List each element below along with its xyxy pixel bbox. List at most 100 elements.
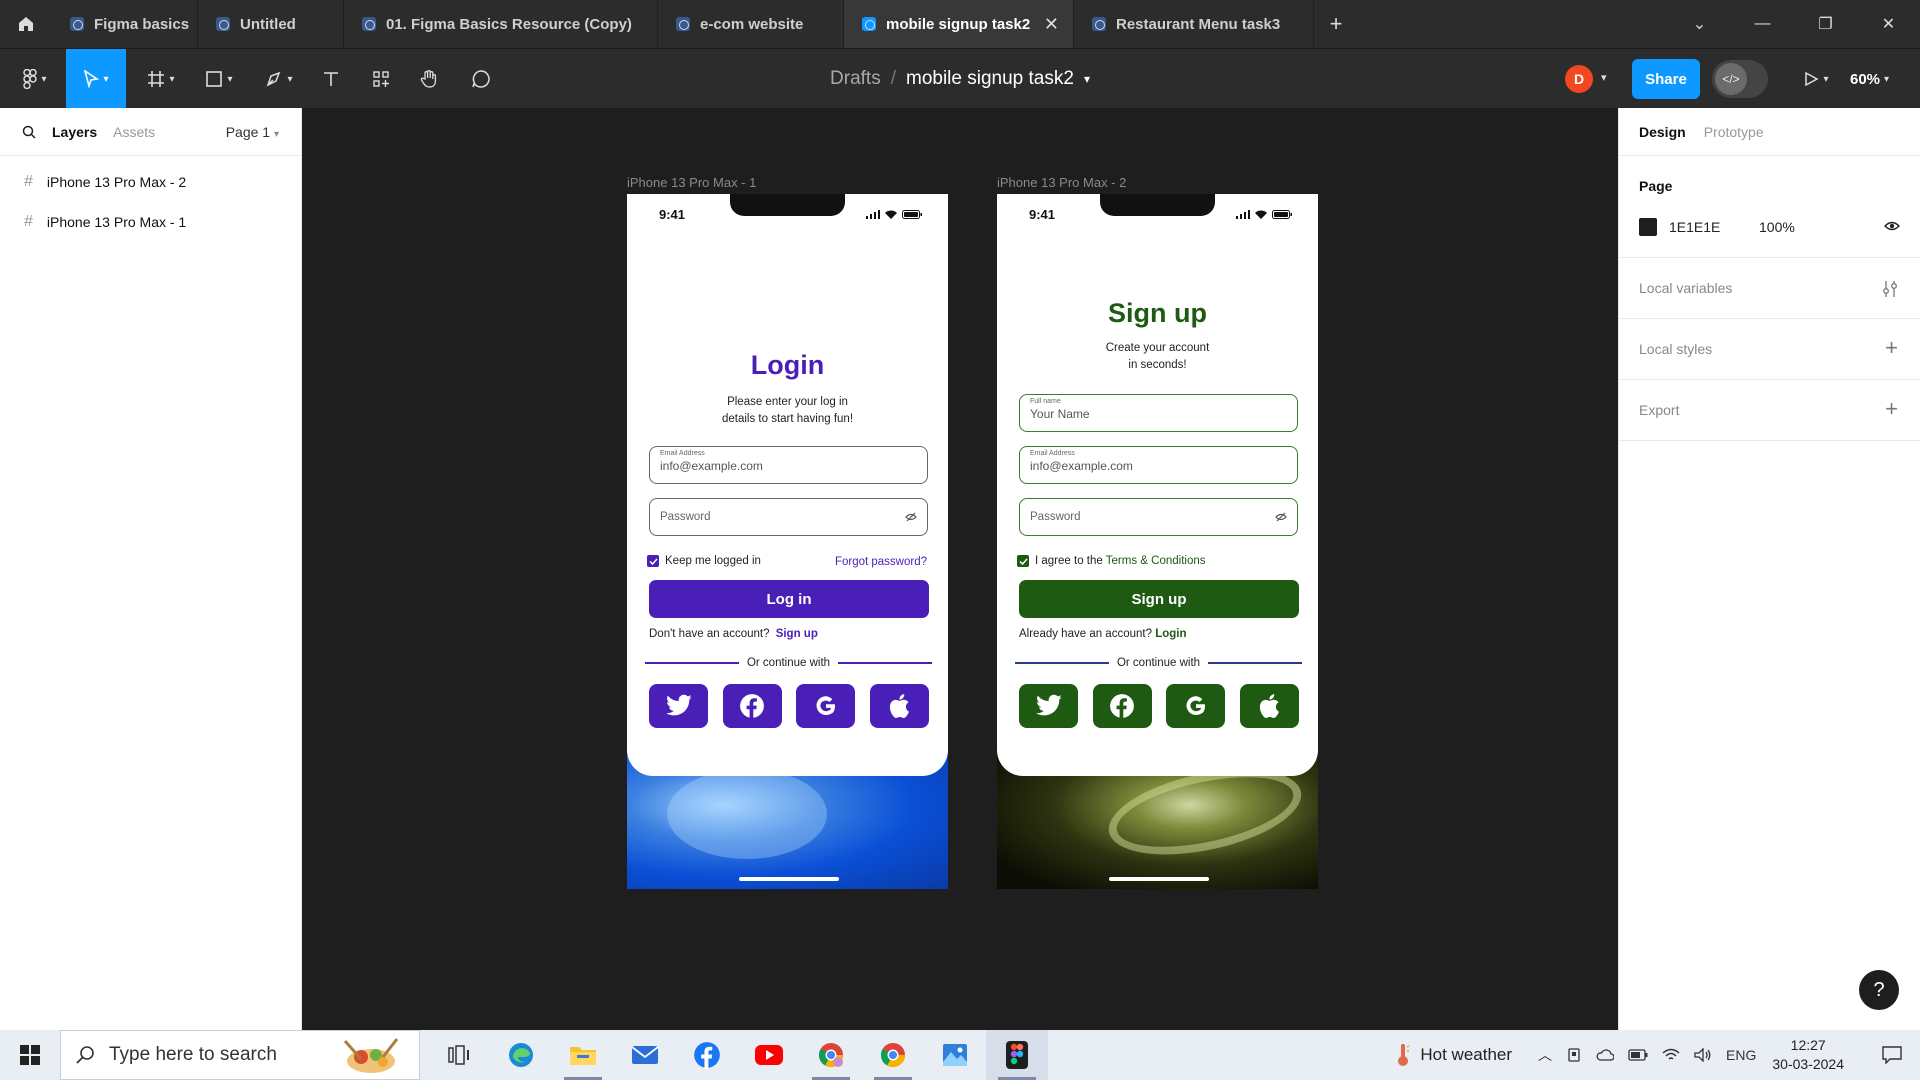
tab-layers[interactable]: Layers xyxy=(52,124,97,140)
weather-widget[interactable]: Hot weather xyxy=(1396,1043,1512,1067)
share-button[interactable]: Share xyxy=(1632,59,1700,99)
search-icon[interactable] xyxy=(22,125,36,139)
checkbox-checked-icon[interactable] xyxy=(647,555,659,567)
login-link[interactable]: Login xyxy=(1155,628,1186,640)
signup-button[interactable]: Sign up xyxy=(1019,580,1299,618)
tab-mobile-signup-task2[interactable]: mobile signup task2 ✕ xyxy=(844,0,1074,48)
chevron-up-icon[interactable]: ︿ xyxy=(1538,1045,1552,1065)
page-opacity[interactable]: 100% xyxy=(1759,219,1795,235)
apple-button[interactable] xyxy=(869,684,929,728)
terms-link[interactable]: Terms & Conditions xyxy=(1106,555,1206,567)
frame-label[interactable]: iPhone 13 Pro Max - 1 xyxy=(627,175,756,190)
page-color-swatch[interactable] xyxy=(1639,218,1657,236)
plus-icon[interactable]: + xyxy=(1885,396,1898,422)
chrome-app-1[interactable] xyxy=(800,1030,862,1080)
file-name[interactable]: mobile signup task2 xyxy=(906,68,1074,90)
frame-tool[interactable]: ▾ xyxy=(140,49,182,109)
local-variables-section[interactable]: Local variables xyxy=(1619,258,1920,319)
main-menu-button[interactable]: ▾ xyxy=(14,49,56,109)
page-color-hex[interactable]: 1E1E1E xyxy=(1669,219,1720,235)
eye-icon[interactable] xyxy=(1884,220,1900,232)
new-tab-button[interactable]: + xyxy=(1314,0,1358,48)
canvas[interactable]: iPhone 13 Pro Max - 1 9:41 Login Please … xyxy=(302,108,1618,1030)
tab-untitled[interactable]: Untitled xyxy=(198,0,344,48)
hand-tool[interactable] xyxy=(414,49,444,109)
full-name-field[interactable]: Full name Your Name xyxy=(1019,394,1298,432)
volume-icon[interactable] xyxy=(1694,1048,1712,1062)
phone-frame-signup[interactable]: 9:41 Sign up Create your account in seco… xyxy=(997,194,1318,889)
tab-design[interactable]: Design xyxy=(1639,124,1686,140)
page-selector[interactable]: Page 1 ▾ xyxy=(226,124,279,140)
chevron-down-icon[interactable]: ▾ xyxy=(1084,72,1090,86)
notification-center-button[interactable] xyxy=(1872,1046,1912,1064)
onedrive-cloud-icon[interactable] xyxy=(1596,1049,1615,1061)
resources-tool[interactable] xyxy=(366,49,396,109)
chevron-down-icon[interactable]: ⌄ xyxy=(1668,0,1731,48)
facebook-app[interactable] xyxy=(676,1030,738,1080)
phone-frame-login[interactable]: 9:41 Login Please enter your log in deta… xyxy=(627,194,948,889)
email-field[interactable]: Email Address info@example.com xyxy=(649,446,928,484)
tab-restaurant-menu-task3[interactable]: Restaurant Menu task3 xyxy=(1074,0,1314,48)
frame-label[interactable]: iPhone 13 Pro Max - 2 xyxy=(997,175,1126,190)
chevron-down-icon[interactable]: ▾ xyxy=(1601,71,1607,84)
plus-icon[interactable]: + xyxy=(1885,335,1898,361)
file-explorer-app[interactable] xyxy=(552,1030,614,1080)
present-button[interactable]: ▾ xyxy=(1796,49,1836,109)
taskbar-search-box[interactable]: Type here to search xyxy=(60,1030,420,1080)
forgot-password-link[interactable]: Forgot password? xyxy=(835,556,927,568)
tab-prototype[interactable]: Prototype xyxy=(1704,124,1764,140)
apple-button[interactable] xyxy=(1239,684,1299,728)
device-icon[interactable] xyxy=(1566,1047,1582,1063)
youtube-app[interactable] xyxy=(738,1030,800,1080)
facebook-button[interactable] xyxy=(1092,684,1152,728)
comment-tool[interactable] xyxy=(466,49,496,109)
twitter-button[interactable] xyxy=(1019,684,1078,728)
signup-link[interactable]: Sign up xyxy=(776,628,818,640)
restore-icon[interactable]: ❐ xyxy=(1794,0,1857,48)
avatar[interactable]: D xyxy=(1565,65,1593,93)
home-button[interactable] xyxy=(0,0,52,48)
minimize-icon[interactable]: — xyxy=(1731,0,1794,48)
export-section[interactable]: Export + xyxy=(1619,380,1920,441)
password-field[interactable]: Password xyxy=(1019,498,1298,536)
password-field[interactable]: Password xyxy=(649,498,928,536)
checkbox-checked-icon[interactable] xyxy=(1017,555,1029,567)
figma-app[interactable] xyxy=(986,1030,1048,1080)
email-field[interactable]: Email Address info@example.com xyxy=(1019,446,1298,484)
breadcrumb-drafts[interactable]: Drafts xyxy=(830,68,881,90)
help-button[interactable]: ? xyxy=(1859,970,1899,1010)
local-styles-section[interactable]: Local styles + xyxy=(1619,319,1920,380)
chrome-app-2[interactable] xyxy=(862,1030,924,1080)
task-view-button[interactable] xyxy=(428,1030,490,1080)
google-button[interactable] xyxy=(1166,684,1226,728)
layer-item[interactable]: # iPhone 13 Pro Max - 2 xyxy=(0,162,301,202)
keep-logged-in[interactable]: Keep me logged in xyxy=(647,555,761,567)
facebook-button[interactable] xyxy=(722,684,782,728)
close-window-icon[interactable]: ✕ xyxy=(1857,0,1920,48)
move-tool[interactable]: ▾ xyxy=(66,49,126,109)
clock[interactable]: 12:27 30-03-2024 xyxy=(1772,1036,1844,1074)
language-indicator[interactable]: ENG xyxy=(1726,1047,1756,1063)
google-button[interactable] xyxy=(796,684,856,728)
tab-ecom-website[interactable]: e-com website xyxy=(658,0,844,48)
wifi-icon[interactable] xyxy=(1662,1048,1680,1062)
tab-figma-basics-resource[interactable]: 01. Figma Basics Resource (Copy) xyxy=(344,0,658,48)
battery-icon[interactable] xyxy=(1628,1049,1648,1061)
twitter-button[interactable] xyxy=(649,684,708,728)
terms-agreement[interactable]: I agree to the Terms & Conditions xyxy=(1017,555,1206,567)
photos-app[interactable] xyxy=(924,1030,986,1080)
eye-off-icon[interactable] xyxy=(1275,512,1287,522)
sliders-icon[interactable] xyxy=(1882,280,1898,298)
eye-off-icon[interactable] xyxy=(905,512,917,522)
start-button[interactable] xyxy=(0,1030,60,1080)
login-button[interactable]: Log in xyxy=(649,580,929,618)
tab-assets[interactable]: Assets xyxy=(113,124,155,140)
tab-figma-basics[interactable]: Figma basics xyxy=(52,0,198,48)
pen-tool[interactable]: ▾ xyxy=(258,49,300,109)
shape-tool[interactable]: ▾ xyxy=(198,49,240,109)
edge-app[interactable] xyxy=(490,1030,552,1080)
text-tool[interactable] xyxy=(316,49,346,109)
zoom-control[interactable]: 60% ▾ xyxy=(1850,49,1889,109)
layer-item[interactable]: # iPhone 13 Pro Max - 1 xyxy=(0,202,301,242)
mail-app[interactable] xyxy=(614,1030,676,1080)
